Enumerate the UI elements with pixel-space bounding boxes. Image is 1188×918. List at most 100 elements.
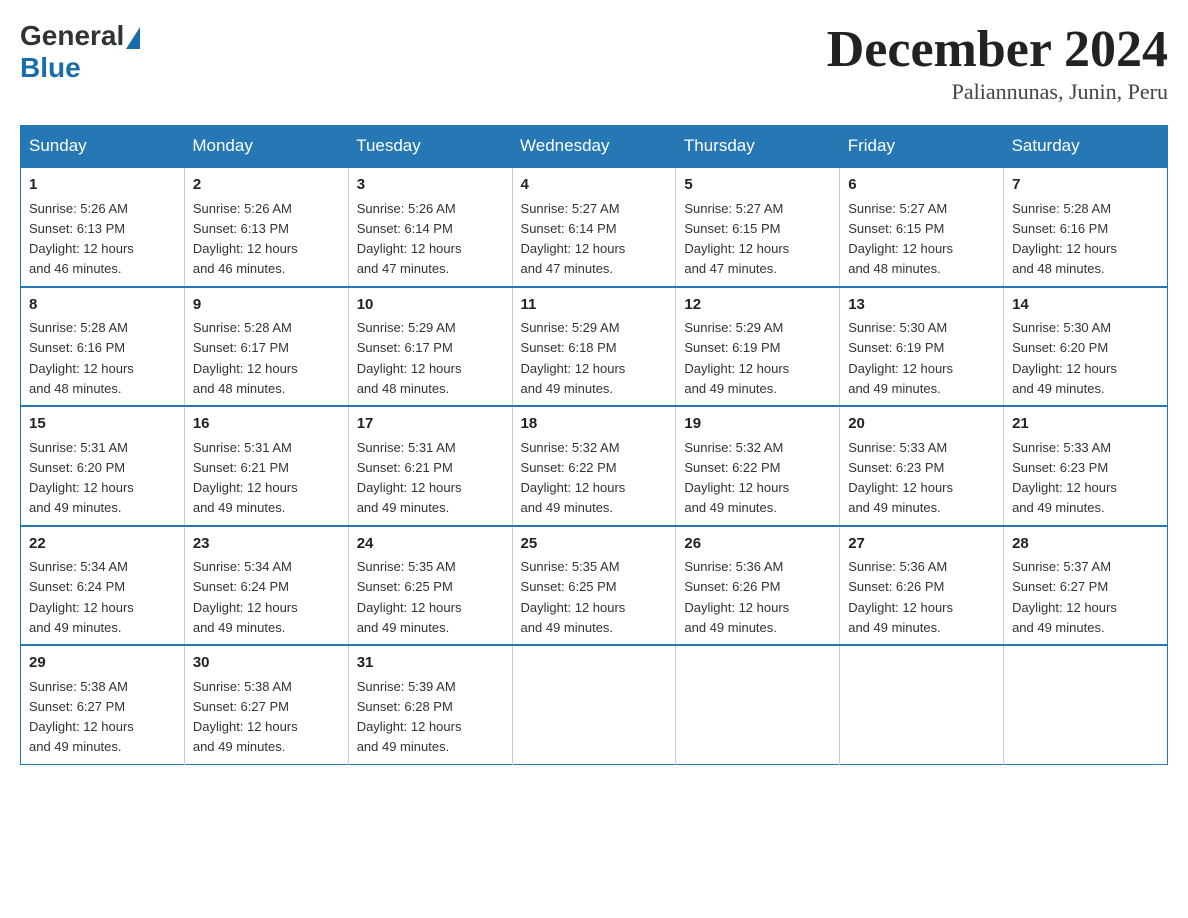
- table-row: 21 Sunrise: 5:33 AMSunset: 6:23 PMDaylig…: [1004, 406, 1168, 526]
- header-thursday: Thursday: [676, 126, 840, 168]
- day-number: 1: [29, 174, 176, 197]
- day-number: 2: [193, 174, 340, 197]
- day-info: Sunrise: 5:31 AMSunset: 6:21 PMDaylight:…: [357, 440, 462, 516]
- day-number: 11: [521, 294, 668, 317]
- table-row: 31 Sunrise: 5:39 AMSunset: 6:28 PMDaylig…: [348, 645, 512, 764]
- table-row: 15 Sunrise: 5:31 AMSunset: 6:20 PMDaylig…: [21, 406, 185, 526]
- table-row: 8 Sunrise: 5:28 AMSunset: 6:16 PMDayligh…: [21, 287, 185, 407]
- day-number: 7: [1012, 174, 1159, 197]
- day-number: 9: [193, 294, 340, 317]
- day-number: 16: [193, 413, 340, 436]
- day-info: Sunrise: 5:28 AMSunset: 6:17 PMDaylight:…: [193, 320, 298, 396]
- day-number: 22: [29, 533, 176, 556]
- calendar-week-row: 15 Sunrise: 5:31 AMSunset: 6:20 PMDaylig…: [21, 406, 1168, 526]
- calendar-table: Sunday Monday Tuesday Wednesday Thursday…: [20, 125, 1168, 765]
- day-info: Sunrise: 5:36 AMSunset: 6:26 PMDaylight:…: [848, 559, 953, 635]
- day-number: 31: [357, 652, 504, 675]
- table-row: 18 Sunrise: 5:32 AMSunset: 6:22 PMDaylig…: [512, 406, 676, 526]
- table-row: 10 Sunrise: 5:29 AMSunset: 6:17 PMDaylig…: [348, 287, 512, 407]
- table-row: 22 Sunrise: 5:34 AMSunset: 6:24 PMDaylig…: [21, 526, 185, 646]
- table-row: 9 Sunrise: 5:28 AMSunset: 6:17 PMDayligh…: [184, 287, 348, 407]
- calendar-header-row: Sunday Monday Tuesday Wednesday Thursday…: [21, 126, 1168, 168]
- day-number: 25: [521, 533, 668, 556]
- day-info: Sunrise: 5:26 AMSunset: 6:13 PMDaylight:…: [193, 201, 298, 277]
- day-info: Sunrise: 5:36 AMSunset: 6:26 PMDaylight:…: [684, 559, 789, 635]
- day-info: Sunrise: 5:30 AMSunset: 6:20 PMDaylight:…: [1012, 320, 1117, 396]
- day-number: 10: [357, 294, 504, 317]
- day-info: Sunrise: 5:31 AMSunset: 6:21 PMDaylight:…: [193, 440, 298, 516]
- day-info: Sunrise: 5:30 AMSunset: 6:19 PMDaylight:…: [848, 320, 953, 396]
- day-info: Sunrise: 5:31 AMSunset: 6:20 PMDaylight:…: [29, 440, 134, 516]
- header-tuesday: Tuesday: [348, 126, 512, 168]
- table-row: 27 Sunrise: 5:36 AMSunset: 6:26 PMDaylig…: [840, 526, 1004, 646]
- table-row: 13 Sunrise: 5:30 AMSunset: 6:19 PMDaylig…: [840, 287, 1004, 407]
- day-info: Sunrise: 5:28 AMSunset: 6:16 PMDaylight:…: [1012, 201, 1117, 277]
- day-info: Sunrise: 5:26 AMSunset: 6:14 PMDaylight:…: [357, 201, 462, 277]
- header-wednesday: Wednesday: [512, 126, 676, 168]
- month-title: December 2024: [827, 20, 1168, 79]
- table-row: 11 Sunrise: 5:29 AMSunset: 6:18 PMDaylig…: [512, 287, 676, 407]
- table-row: 3 Sunrise: 5:26 AMSunset: 6:14 PMDayligh…: [348, 167, 512, 287]
- day-number: 19: [684, 413, 831, 436]
- header-monday: Monday: [184, 126, 348, 168]
- table-row: [512, 645, 676, 764]
- table-row: 1 Sunrise: 5:26 AMSunset: 6:13 PMDayligh…: [21, 167, 185, 287]
- calendar-week-row: 29 Sunrise: 5:38 AMSunset: 6:27 PMDaylig…: [21, 645, 1168, 764]
- day-number: 24: [357, 533, 504, 556]
- day-info: Sunrise: 5:34 AMSunset: 6:24 PMDaylight:…: [29, 559, 134, 635]
- table-row: 19 Sunrise: 5:32 AMSunset: 6:22 PMDaylig…: [676, 406, 840, 526]
- day-info: Sunrise: 5:27 AMSunset: 6:15 PMDaylight:…: [848, 201, 953, 277]
- day-info: Sunrise: 5:27 AMSunset: 6:14 PMDaylight:…: [521, 201, 626, 277]
- day-number: 8: [29, 294, 176, 317]
- day-number: 18: [521, 413, 668, 436]
- table-row: 30 Sunrise: 5:38 AMSunset: 6:27 PMDaylig…: [184, 645, 348, 764]
- day-number: 27: [848, 533, 995, 556]
- day-number: 29: [29, 652, 176, 675]
- day-number: 20: [848, 413, 995, 436]
- table-row: [676, 645, 840, 764]
- day-info: Sunrise: 5:34 AMSunset: 6:24 PMDaylight:…: [193, 559, 298, 635]
- table-row: 23 Sunrise: 5:34 AMSunset: 6:24 PMDaylig…: [184, 526, 348, 646]
- table-row: 20 Sunrise: 5:33 AMSunset: 6:23 PMDaylig…: [840, 406, 1004, 526]
- table-row: 28 Sunrise: 5:37 AMSunset: 6:27 PMDaylig…: [1004, 526, 1168, 646]
- logo-triangle-icon: [126, 27, 140, 49]
- day-info: Sunrise: 5:28 AMSunset: 6:16 PMDaylight:…: [29, 320, 134, 396]
- day-number: 17: [357, 413, 504, 436]
- calendar-week-row: 8 Sunrise: 5:28 AMSunset: 6:16 PMDayligh…: [21, 287, 1168, 407]
- day-number: 30: [193, 652, 340, 675]
- day-info: Sunrise: 5:32 AMSunset: 6:22 PMDaylight:…: [684, 440, 789, 516]
- day-number: 3: [357, 174, 504, 197]
- day-info: Sunrise: 5:33 AMSunset: 6:23 PMDaylight:…: [1012, 440, 1117, 516]
- location: Paliannunas, Junin, Peru: [827, 79, 1168, 105]
- day-number: 6: [848, 174, 995, 197]
- day-info: Sunrise: 5:26 AMSunset: 6:13 PMDaylight:…: [29, 201, 134, 277]
- day-info: Sunrise: 5:38 AMSunset: 6:27 PMDaylight:…: [193, 679, 298, 755]
- day-info: Sunrise: 5:29 AMSunset: 6:17 PMDaylight:…: [357, 320, 462, 396]
- table-row: [840, 645, 1004, 764]
- day-number: 15: [29, 413, 176, 436]
- calendar-week-row: 22 Sunrise: 5:34 AMSunset: 6:24 PMDaylig…: [21, 526, 1168, 646]
- table-row: 6 Sunrise: 5:27 AMSunset: 6:15 PMDayligh…: [840, 167, 1004, 287]
- calendar-week-row: 1 Sunrise: 5:26 AMSunset: 6:13 PMDayligh…: [21, 167, 1168, 287]
- table-row: 2 Sunrise: 5:26 AMSunset: 6:13 PMDayligh…: [184, 167, 348, 287]
- table-row: 16 Sunrise: 5:31 AMSunset: 6:21 PMDaylig…: [184, 406, 348, 526]
- day-info: Sunrise: 5:27 AMSunset: 6:15 PMDaylight:…: [684, 201, 789, 277]
- table-row: [1004, 645, 1168, 764]
- logo: General Blue: [20, 20, 142, 84]
- table-row: 25 Sunrise: 5:35 AMSunset: 6:25 PMDaylig…: [512, 526, 676, 646]
- logo-blue-text: Blue: [20, 52, 81, 84]
- table-row: 14 Sunrise: 5:30 AMSunset: 6:20 PMDaylig…: [1004, 287, 1168, 407]
- table-row: 5 Sunrise: 5:27 AMSunset: 6:15 PMDayligh…: [676, 167, 840, 287]
- table-row: 12 Sunrise: 5:29 AMSunset: 6:19 PMDaylig…: [676, 287, 840, 407]
- day-number: 21: [1012, 413, 1159, 436]
- day-info: Sunrise: 5:29 AMSunset: 6:18 PMDaylight:…: [521, 320, 626, 396]
- day-number: 12: [684, 294, 831, 317]
- table-row: 29 Sunrise: 5:38 AMSunset: 6:27 PMDaylig…: [21, 645, 185, 764]
- day-number: 28: [1012, 533, 1159, 556]
- header-saturday: Saturday: [1004, 126, 1168, 168]
- table-row: 24 Sunrise: 5:35 AMSunset: 6:25 PMDaylig…: [348, 526, 512, 646]
- header-sunday: Sunday: [21, 126, 185, 168]
- table-row: 7 Sunrise: 5:28 AMSunset: 6:16 PMDayligh…: [1004, 167, 1168, 287]
- table-row: 4 Sunrise: 5:27 AMSunset: 6:14 PMDayligh…: [512, 167, 676, 287]
- day-number: 26: [684, 533, 831, 556]
